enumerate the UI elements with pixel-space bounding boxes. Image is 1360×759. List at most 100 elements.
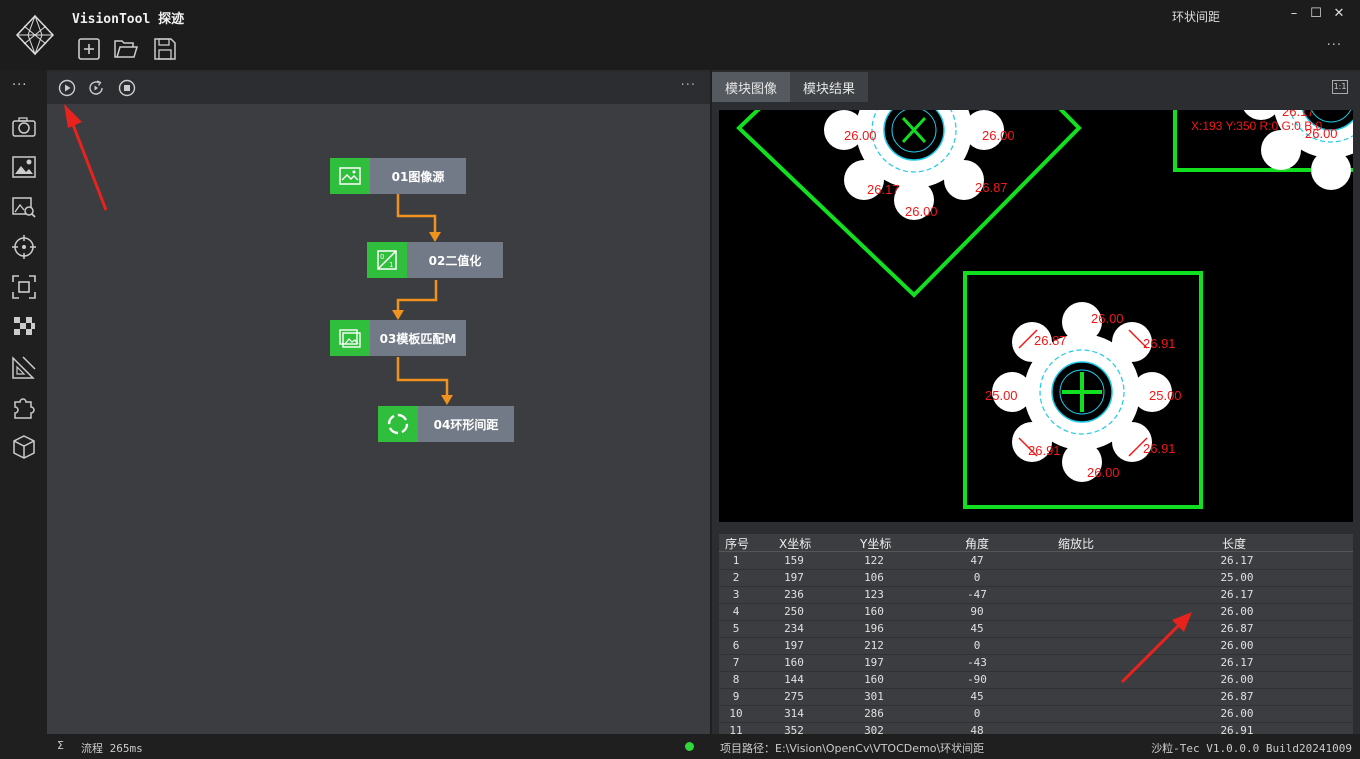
table-cell: 1	[732, 554, 740, 567]
measure-label: 26.00	[1091, 311, 1124, 326]
table-cell: 160	[784, 656, 804, 669]
measure-label: 26.00	[905, 204, 938, 219]
table-cell: 5	[732, 622, 740, 635]
title-bar: VisionTool 探迹 环状间距 – ☐ ✕ ···	[0, 0, 1360, 70]
measure-label: 26.91	[1143, 336, 1176, 351]
measure-label: 25.00	[1149, 388, 1182, 403]
open-folder-button[interactable]	[113, 36, 139, 62]
focus-frame-tool[interactable]	[11, 274, 37, 300]
flow-node-03[interactable]: 03模板匹配M	[330, 320, 466, 356]
table-row[interactable]: 5 234 196 45 26.87	[719, 621, 1353, 638]
open-folder-icon	[114, 40, 139, 58]
table-row[interactable]: 4 250 160 90 26.00	[719, 604, 1353, 621]
save-button[interactable]	[152, 36, 178, 62]
svg-text:1: 1	[389, 261, 393, 269]
table-cell: 3	[732, 588, 740, 601]
result-tabs: 模块图像 模块结果	[712, 72, 869, 102]
flow-panel: ··· 01图像源 01 02二值化 03模板匹配M 04环形间距	[47, 70, 710, 734]
table-row[interactable]: 9 275 301 45 26.87	[719, 689, 1353, 706]
stop-icon	[118, 79, 136, 97]
table-cell: 26.00	[1220, 707, 1254, 720]
table-cell: 275	[784, 690, 804, 703]
flow-node-02[interactable]: 01 02二值化	[367, 242, 503, 278]
status-indicator	[685, 742, 694, 751]
flow-node-01[interactable]: 01图像源	[330, 158, 466, 194]
left-toolbar: ···	[0, 70, 47, 759]
flow-node-label: 02二值化	[407, 242, 503, 278]
table-cell: 26.00	[1220, 673, 1254, 686]
app-title: VisionTool 探迹	[72, 12, 185, 27]
table-cell: 144	[784, 673, 804, 686]
table-cell: 26.17	[1220, 656, 1254, 669]
more-menu-button[interactable]: ···	[1327, 38, 1342, 53]
close-button[interactable]: ✕	[1331, 6, 1347, 21]
crosshair-tool[interactable]	[11, 234, 37, 260]
measure-label: 26.00	[844, 128, 877, 143]
plugin-tool[interactable]	[11, 394, 37, 420]
camera-tool[interactable]	[11, 114, 37, 140]
table-cell: 9	[732, 690, 740, 703]
table-cell: 26.87	[1220, 622, 1254, 635]
table-row[interactable]: 8 144 160 -90 26.00	[719, 672, 1353, 689]
stop-button[interactable]	[118, 79, 136, 97]
table-row[interactable]: 1 159 122 47 26.17	[719, 553, 1353, 570]
image-source-icon	[339, 167, 361, 185]
table-row[interactable]: 6 197 212 0 26.00	[719, 638, 1353, 655]
tab-module-result[interactable]: 模块结果	[790, 72, 869, 102]
zoom-1to1-button[interactable]: 1:1	[1332, 80, 1348, 94]
flow-time: 流程 265ms	[81, 742, 143, 755]
table-header: 序号 X坐标 Y坐标 角度 缩放比 长度	[719, 534, 1353, 552]
checker-tool[interactable]	[11, 314, 37, 340]
table-cell: 197	[784, 639, 804, 652]
run-button[interactable]	[58, 79, 76, 97]
image-canvas[interactable]: 26.00 26.00 26.17 26.87 26.00 26.17 26.0…	[719, 110, 1353, 522]
table-cell: 160	[864, 605, 884, 618]
table-cell: 26.17	[1220, 554, 1254, 567]
table-cell: 234	[784, 622, 804, 635]
camera-icon	[12, 117, 36, 137]
maximize-button[interactable]: ☐	[1308, 6, 1324, 21]
save-icon	[154, 38, 176, 60]
table-cell: 197	[784, 571, 804, 584]
table-cell: 159	[784, 554, 804, 567]
table-cell: 0	[973, 571, 981, 584]
table-row[interactable]: 7 160 197 -43 26.17	[719, 655, 1353, 672]
table-cell: 286	[864, 707, 884, 720]
table-cell: -43	[967, 656, 987, 669]
minimize-button[interactable]: –	[1286, 6, 1302, 21]
measure-icon	[12, 356, 36, 379]
3d-tool[interactable]	[11, 434, 37, 460]
loop-run-button[interactable]	[87, 79, 105, 97]
table-cell: 212	[864, 639, 884, 652]
table-row[interactable]: 2 197 106 0 25.00	[719, 570, 1353, 587]
flow-node-label: 04环形间距	[418, 406, 514, 442]
binarize-icon: 01	[377, 250, 397, 270]
flow-node-04[interactable]: 04环形间距	[378, 406, 514, 442]
table-cell: 236	[784, 588, 804, 601]
tab-module-image[interactable]: 模块图像	[712, 72, 791, 102]
table-cell: 250	[784, 605, 804, 618]
flow-node-label: 01图像源	[370, 158, 466, 194]
image-search-icon	[12, 197, 36, 218]
project-path: 项目路径：E:\Vision\OpenCv\VTOCDemo\环状间距	[720, 742, 985, 755]
table-cell: 26.87	[1220, 690, 1254, 703]
flow-toolbar: ···	[47, 72, 710, 104]
table-row[interactable]: 3 236 123 -47 26.17	[719, 587, 1353, 604]
table-cell: 0	[973, 639, 981, 652]
table-cell: 0	[973, 707, 981, 720]
flow-more-button[interactable]: ···	[681, 78, 696, 93]
image-search-tool[interactable]	[11, 194, 37, 220]
image-edit-tool[interactable]	[11, 154, 37, 180]
table-cell: 7	[732, 656, 740, 669]
measure-label: 26.17	[867, 182, 900, 197]
table-cell: -47	[967, 588, 987, 601]
table-row[interactable]: 10 314 286 0 26.00	[719, 706, 1353, 723]
sidebar-more-button[interactable]: ···	[12, 78, 27, 93]
result-image: 26.00 26.00 26.17 26.87 26.00 26.17 26.0…	[736, 110, 1353, 509]
measure-tool[interactable]	[11, 354, 37, 380]
table-cell: 26.17	[1220, 588, 1254, 601]
measure-label: 26.00	[1087, 465, 1120, 480]
new-file-button[interactable]	[76, 36, 102, 62]
table-cell: 26.00	[1220, 639, 1254, 652]
table-cell: 10	[729, 707, 743, 720]
